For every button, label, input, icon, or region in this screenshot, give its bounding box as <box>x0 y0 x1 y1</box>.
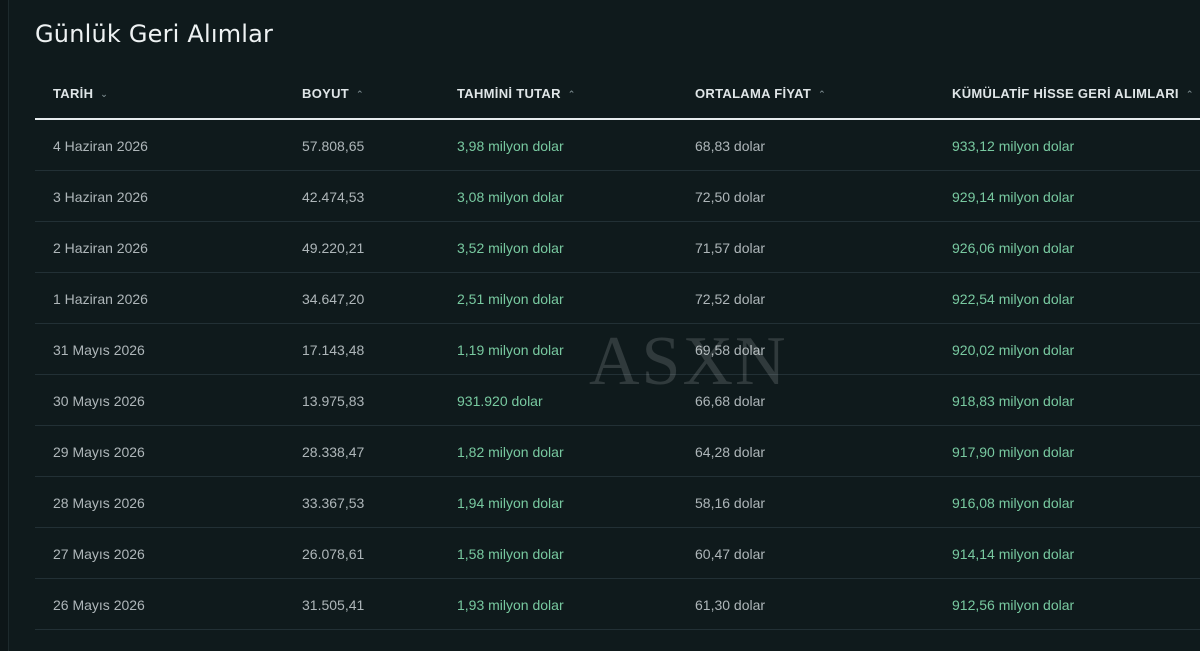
table-row: 1 Haziran 2026 34.647,20 2,51 milyon dol… <box>35 273 1200 324</box>
chevron-down-icon: ⌄ <box>100 89 109 99</box>
estimated-amount-cell: 1,93 milyon dolar <box>457 597 564 613</box>
average-price-cell: 58,16 dolar <box>695 495 766 511</box>
chevron-up-icon: ⌃ <box>356 89 364 99</box>
date-cell: 1 Haziran 2026 <box>53 291 148 307</box>
column-header-size[interactable]: BOYUT ⌃ <box>302 68 364 118</box>
cumulative-cell: 933,12 milyon dolar <box>952 138 1075 154</box>
date-cell: 3 Haziran 2026 <box>53 189 148 205</box>
average-price-cell: 68,83 dolar <box>695 138 766 154</box>
average-price-cell: 66,68 dolar <box>695 393 766 409</box>
date-cell: 27 Mayıs 2026 <box>53 546 145 562</box>
estimated-amount-cell: 2,51 milyon dolar <box>457 291 564 307</box>
chevron-up-icon: ⌃ <box>567 89 576 99</box>
date-cell: 2 Haziran 2026 <box>53 240 148 256</box>
size-cell: 34.647,20 <box>302 291 365 307</box>
table-row: 28 Mayıs 2026 33.367,53 1,94 milyon dola… <box>35 477 1200 528</box>
page-title: Günlük Geri Alımlar <box>35 20 274 48</box>
table-row: 26 Mayıs 2026 31.505,41 1,93 milyon dola… <box>35 579 1200 630</box>
size-cell: 57.808,65 <box>302 138 365 154</box>
size-cell: 17.143,48 <box>302 342 365 358</box>
estimated-amount-cell: 1,58 milyon dolar <box>457 546 564 562</box>
column-header-average-price[interactable]: ORTALAMA FİYAT ⌃ <box>695 68 826 118</box>
chevron-up-icon: ⌃ <box>1185 89 1194 99</box>
table-row: 29 Mayıs 2026 28.338,47 1,82 milyon dola… <box>35 426 1200 477</box>
left-divider <box>0 0 9 651</box>
estimated-amount-cell: 3,08 milyon dolar <box>457 189 564 205</box>
cumulative-cell: 918,83 milyon dolar <box>952 393 1075 409</box>
estimated-amount-cell: 3,98 milyon dolar <box>457 138 564 154</box>
date-cell: 28 Mayıs 2026 <box>53 495 145 511</box>
average-price-cell: 72,50 dolar <box>695 189 766 205</box>
cumulative-cell: 920,02 milyon dolar <box>952 342 1075 358</box>
size-cell: 42.474,53 <box>302 189 365 205</box>
date-cell: 31 Mayıs 2026 <box>53 342 145 358</box>
estimated-amount-cell: 931.920 dolar <box>457 393 543 409</box>
estimated-amount-cell: 1,94 milyon dolar <box>457 495 564 511</box>
date-cell: 26 Mayıs 2026 <box>53 597 145 613</box>
column-header-estimated-amount[interactable]: TAHMİNİ TUTAR ⌃ <box>457 68 576 118</box>
column-header-date[interactable]: TARİH ⌄ <box>53 68 108 118</box>
size-cell: 31.505,41 <box>302 597 365 613</box>
average-price-cell: 69,58 dolar <box>695 342 766 358</box>
table-row: 3 Haziran 2026 42.474,53 3,08 milyon dol… <box>35 171 1200 222</box>
table-row: 31 Mayıs 2026 17.143,48 1,19 milyon dola… <box>35 324 1200 375</box>
buybacks-table: TARİH ⌄ BOYUT ⌃ TAHMİNİ TUTAR ⌃ ORTALAMA Fİ… <box>35 68 1200 630</box>
average-price-cell: 71,57 dolar <box>695 240 766 256</box>
average-price-cell: 60,47 dolar <box>695 546 766 562</box>
estimated-amount-cell: 3,52 milyon dolar <box>457 240 564 256</box>
cumulative-cell: 926,06 milyon dolar <box>952 240 1075 256</box>
estimated-amount-cell: 1,82 milyon dolar <box>457 444 564 460</box>
size-cell: 33.367,53 <box>302 495 365 511</box>
size-cell: 49.220,21 <box>302 240 365 256</box>
table-row: 30 Mayıs 2026 13.975,83 931.920 dolar 66… <box>35 375 1200 426</box>
cumulative-cell: 912,56 milyon dolar <box>952 597 1075 613</box>
cumulative-cell: 916,08 milyon dolar <box>952 495 1075 511</box>
cumulative-cell: 922,54 milyon dolar <box>952 291 1075 307</box>
daily-buybacks-panel: Günlük Geri Alımlar TARİH ⌄ BOYUT ⌃ TAHMİN… <box>9 0 1200 651</box>
cumulative-cell: 914,14 milyon dolar <box>952 546 1075 562</box>
table-row: 4 Haziran 2026 57.808,65 3,98 milyon dol… <box>35 120 1200 171</box>
chevron-up-icon: ⌃ <box>818 89 826 99</box>
size-cell: 26.078,61 <box>302 546 365 562</box>
table-header: TARİH ⌄ BOYUT ⌃ TAHMİNİ TUTAR ⌃ ORTALAMA Fİ… <box>35 68 1200 120</box>
column-header-cumulative-buybacks[interactable]: KÜMÜLATİF HİSSE GERİ ALIMLARI ⌃ <box>952 68 1194 118</box>
date-cell: 29 Mayıs 2026 <box>53 444 145 460</box>
size-cell: 13.975,83 <box>302 393 365 409</box>
cumulative-cell: 929,14 milyon dolar <box>952 189 1075 205</box>
table-row: 27 Mayıs 2026 26.078,61 1,58 milyon dola… <box>35 528 1200 579</box>
estimated-amount-cell: 1,19 milyon dolar <box>457 342 564 358</box>
table-row: 2 Haziran 2026 49.220,21 3,52 milyon dol… <box>35 222 1200 273</box>
size-cell: 28.338,47 <box>302 444 365 460</box>
date-cell: 4 Haziran 2026 <box>53 138 148 154</box>
average-price-cell: 72,52 dolar <box>695 291 766 307</box>
cumulative-cell: 917,90 milyon dolar <box>952 444 1075 460</box>
average-price-cell: 61,30 dolar <box>695 597 766 613</box>
date-cell: 30 Mayıs 2026 <box>53 393 145 409</box>
average-price-cell: 64,28 dolar <box>695 444 766 460</box>
